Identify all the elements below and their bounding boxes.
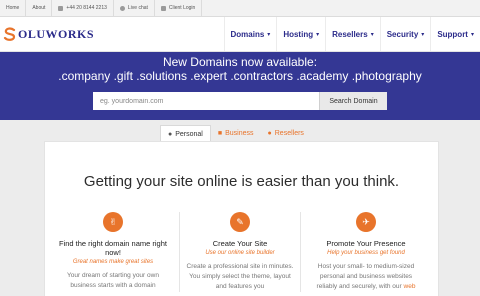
live-chat-link[interactable]: Live chat: [114, 0, 155, 16]
chevron-down-icon: ▾: [316, 31, 319, 38]
tab-business-label: Business: [225, 130, 253, 137]
chevron-down-icon: ▾: [471, 31, 474, 38]
briefcase-icon: ■: [218, 130, 222, 137]
logo-text: OLUWORKS: [18, 27, 94, 42]
client-login-label: Client Login: [169, 5, 195, 11]
chat-icon: [120, 6, 125, 11]
feature-subtitle: Use our online site builder: [180, 250, 300, 256]
feature-title: Create Your Site: [180, 239, 300, 248]
feature-title: Find the right domain name right now!: [53, 239, 173, 257]
feature-description-text: Host your small- to medium-sized persona…: [317, 263, 415, 290]
feature-subtitle: Great names make great sites: [53, 259, 173, 265]
tab-personal-label: Personal: [175, 131, 203, 138]
nav-hosting-label: Hosting: [283, 30, 313, 39]
feature-title: Promote Your Presence: [306, 239, 426, 248]
feature-description: Create a professional site in minutes. Y…: [180, 262, 300, 292]
nav-support[interactable]: Support▾: [430, 17, 480, 51]
pencil-icon: ✎: [230, 212, 250, 232]
feature-subtitle: Help your business get found: [306, 250, 426, 256]
feature-description: Host your small- to medium-sized persona…: [306, 262, 426, 292]
plane-icon: ✈: [356, 212, 376, 232]
phone-label: +44 20 8144 2213: [66, 5, 106, 11]
page-heading: Getting your site online is easier than …: [45, 172, 438, 191]
about-link-label: About: [32, 5, 45, 11]
domain-search: Search Domain: [93, 92, 387, 110]
web-link[interactable]: web: [404, 283, 416, 290]
nav-support-label: Support: [437, 30, 468, 39]
hero-headline: New Domains now available:: [0, 55, 480, 69]
hero-tld-list: .company .gift .solutions .expert .contr…: [0, 69, 480, 83]
feature-create-site: ✎ Create Your Site Use our online site b…: [179, 212, 301, 292]
nav-hosting[interactable]: Hosting▾: [276, 17, 325, 51]
feature-description: Your dream of starting your own business…: [53, 271, 173, 291]
audience-tabs: ● Personal ■ Business ● Resellers: [160, 125, 311, 141]
chevron-down-icon: ▾: [371, 31, 374, 38]
client-login-link[interactable]: Client Login: [155, 0, 202, 16]
main-nav: Domains▾ Hosting▾ Resellers▾ Security▾ S…: [224, 17, 480, 51]
users-icon: ●: [268, 130, 272, 137]
nav-resellers[interactable]: Resellers▾: [325, 17, 380, 51]
user-icon: ●: [168, 131, 172, 138]
phone-icon: [58, 6, 63, 11]
tab-resellers-label: Resellers: [275, 130, 304, 137]
nav-security-label: Security: [387, 30, 419, 39]
feature-promote-presence: ✈ Promote Your Presence Help your busine…: [306, 212, 426, 292]
tab-resellers[interactable]: ● Resellers: [261, 125, 311, 141]
personal-tab-panel: Getting your site online is easier than …: [44, 141, 439, 296]
home-link-label: Home: [6, 5, 19, 11]
top-utility-bar: Home About +44 20 8144 2213 Live chat Cl…: [0, 0, 480, 17]
nav-resellers-label: Resellers: [332, 30, 368, 39]
tab-personal[interactable]: ● Personal: [160, 125, 211, 142]
tab-business[interactable]: ■ Business: [211, 125, 261, 141]
site-header: OLUWORKS Domains▾ Hosting▾ Resellers▾ Se…: [0, 17, 480, 52]
feature-find-domain: ✌ Find the right domain name right now! …: [53, 212, 173, 291]
search-domain-button[interactable]: Search Domain: [319, 92, 387, 110]
nav-security[interactable]: Security▾: [380, 17, 431, 51]
chevron-down-icon: ▾: [267, 31, 270, 38]
site-logo[interactable]: OLUWORKS: [3, 27, 94, 41]
live-chat-label: Live chat: [128, 5, 148, 11]
logo-swirl-icon: [3, 27, 17, 41]
domain-search-input[interactable]: [93, 92, 319, 110]
about-link[interactable]: About: [26, 0, 52, 16]
home-link[interactable]: Home: [0, 0, 26, 16]
hero-banner: New Domains now available: .company .gif…: [0, 52, 480, 120]
nav-domains-label: Domains: [231, 30, 265, 39]
lock-icon: [161, 6, 166, 11]
chevron-down-icon: ▾: [421, 31, 424, 38]
thumbs-up-icon: ✌: [103, 212, 123, 232]
nav-domains[interactable]: Domains▾: [224, 17, 277, 51]
phone-number: +44 20 8144 2213: [52, 0, 113, 16]
